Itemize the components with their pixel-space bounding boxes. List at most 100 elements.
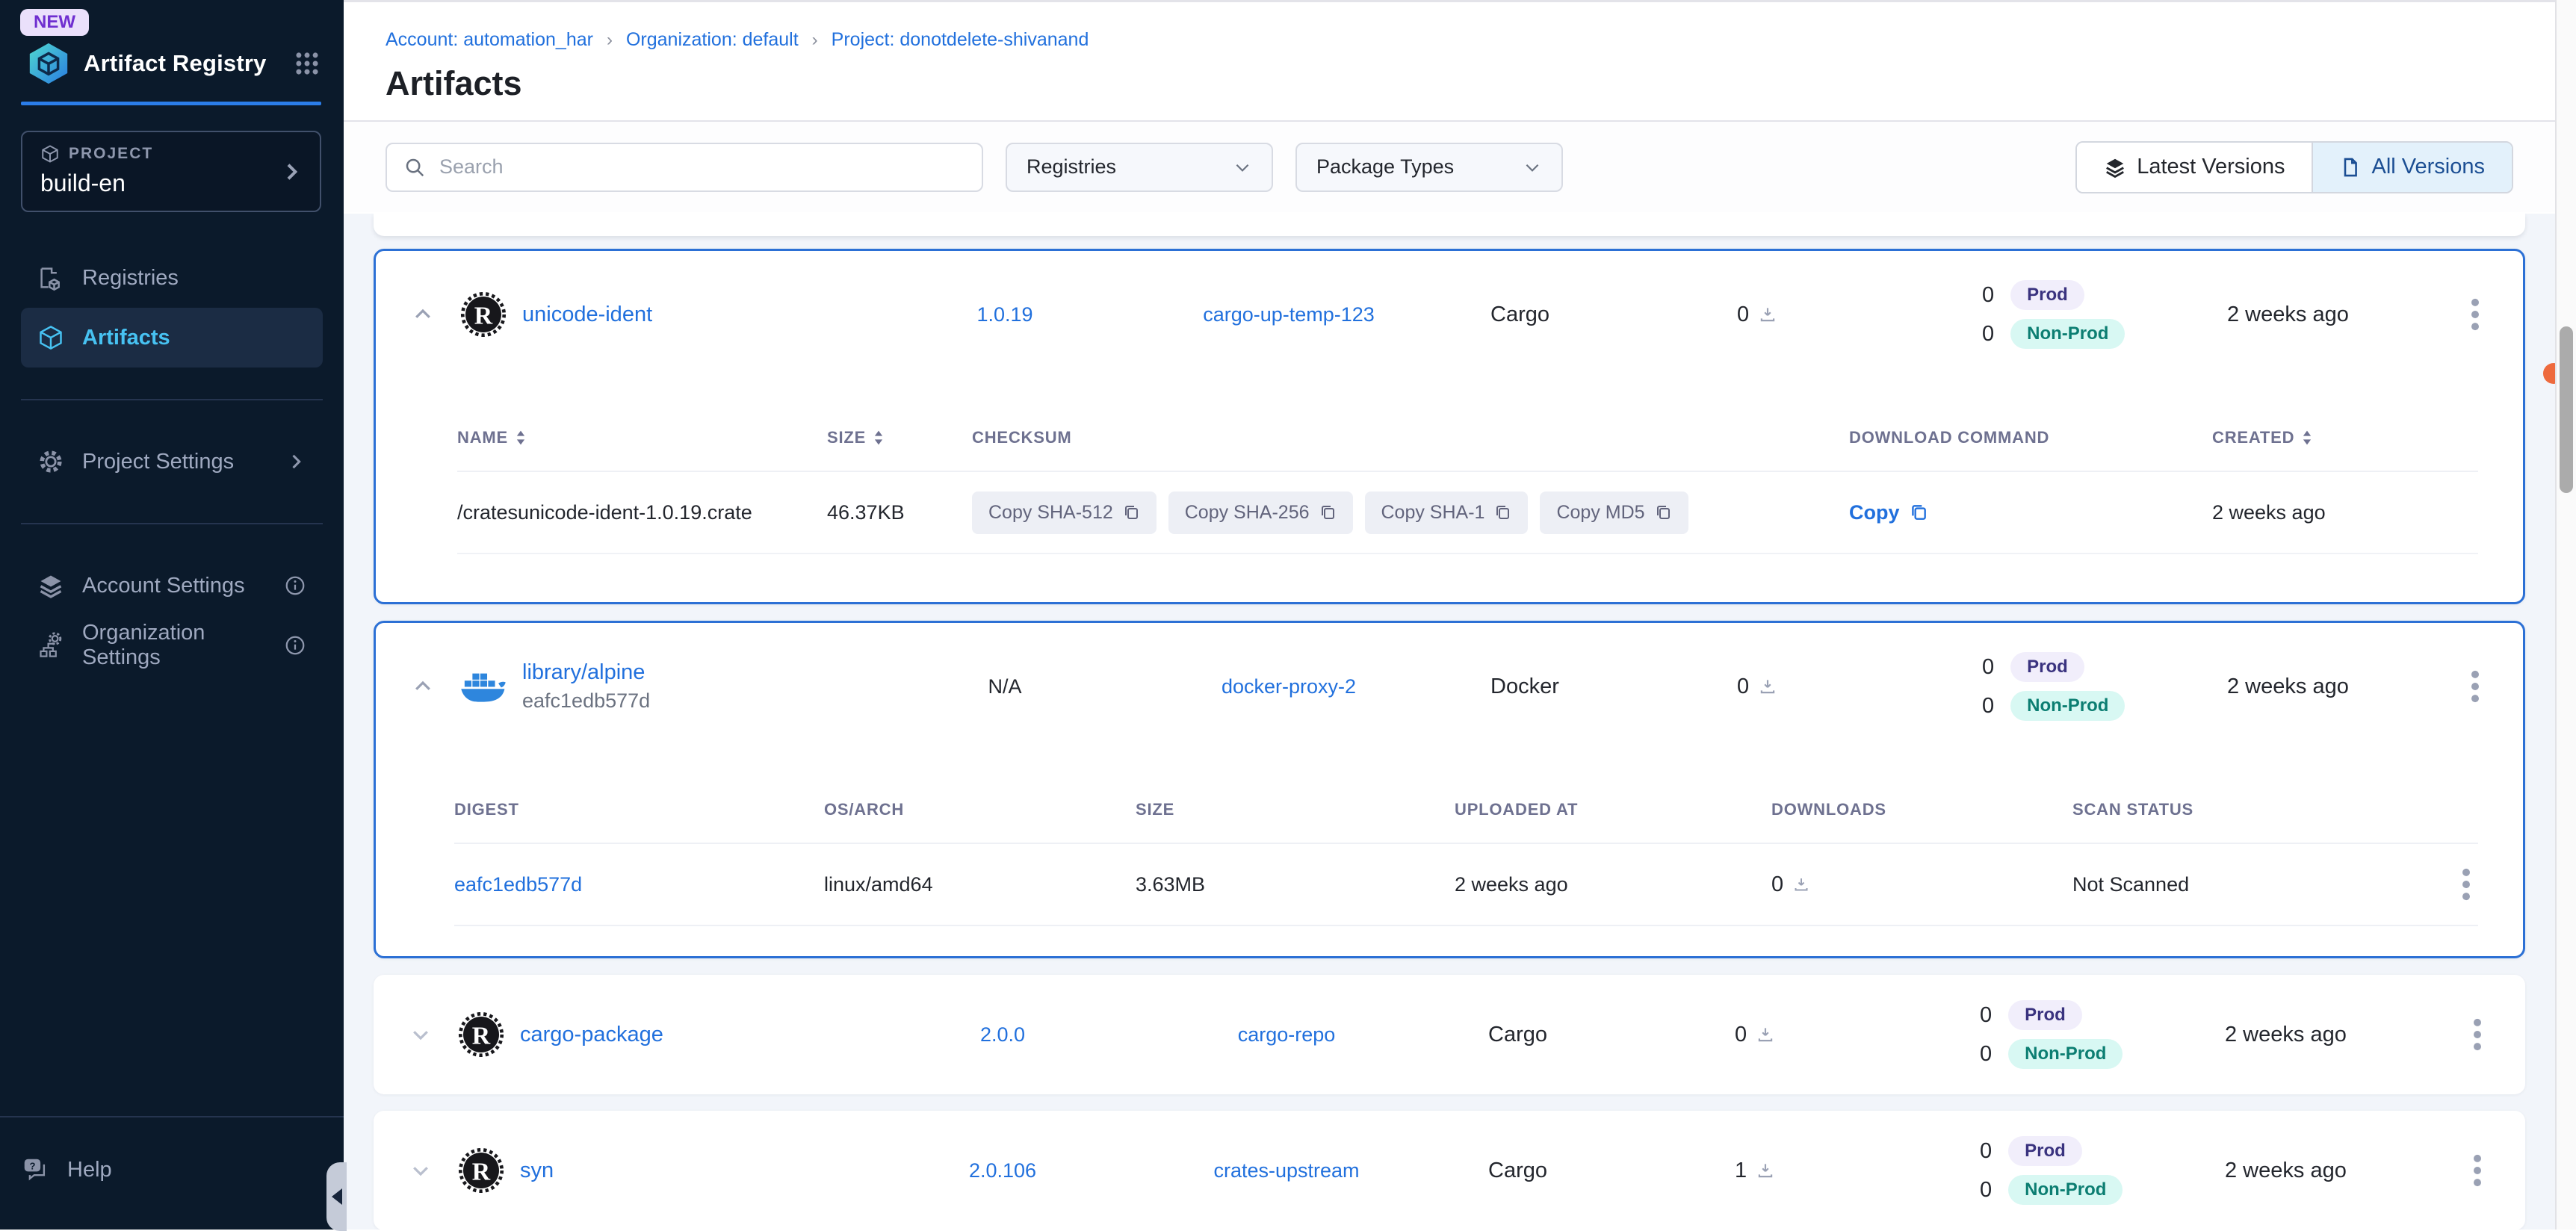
artifact-version-link[interactable]: 1.0.19 — [976, 303, 1032, 326]
sidebar-item-label: Organization Settings — [82, 621, 266, 670]
artifact-name-link[interactable]: unicode-ident — [522, 303, 652, 327]
manifest-row: eafc1edb577d linux/amd64 3.63MB 2 weeks … — [454, 844, 2478, 926]
artifact-row[interactable]: library/alpine eafc1edb577d N/A docker-p… — [376, 623, 2523, 750]
copy-sha256-button[interactable]: Copy SHA-256 — [1168, 492, 1353, 534]
prod-count: 0 — [1980, 1003, 1992, 1028]
prod-badge: Prod — [2010, 652, 2084, 682]
copy-md5-button[interactable]: Copy MD5 — [1540, 492, 1688, 534]
download-icon — [1758, 677, 1777, 696]
artifact-version-link[interactable]: 2.0.106 — [969, 1159, 1036, 1182]
breadcrumb-account[interactable]: Account: automation_har — [386, 29, 593, 51]
sort-icon[interactable] — [2302, 430, 2312, 446]
sidebar-item-artifacts[interactable]: Artifacts — [21, 308, 323, 368]
project-selector[interactable]: PROJECT build-en — [21, 131, 321, 212]
chevron-down-icon[interactable] — [409, 1023, 457, 1046]
digest-link[interactable]: eafc1edb577d — [454, 873, 824, 896]
artifact-card-cargo-package: R cargo-package 2.0.0 cargo-repo Cargo 0 — [374, 975, 2525, 1094]
copy-sha512-button[interactable]: Copy SHA-512 — [972, 492, 1157, 534]
all-versions-button[interactable]: All Versions — [2312, 143, 2512, 192]
copy-download-command-button[interactable]: Copy — [1849, 501, 2212, 524]
artifact-registry-link[interactable]: docker-proxy-2 — [1222, 675, 1356, 698]
artifact-name-link[interactable]: syn — [520, 1159, 554, 1183]
prod-badge: Prod — [2008, 1136, 2082, 1166]
column-size: SIZE — [1136, 800, 1174, 819]
chevron-up-icon[interactable] — [412, 675, 459, 698]
created-date: 2 weeks ago — [2193, 303, 2447, 327]
sidebar-item-help[interactable]: ? Help — [21, 1140, 323, 1200]
svg-text:R: R — [474, 302, 493, 329]
artifact-files-table: NAME SIZE CHECKSUM DOWNLOAD COMMAND CREA… — [376, 378, 2523, 602]
download-icon — [1756, 1025, 1775, 1044]
artifact-registry-link[interactable]: cargo-up-temp-123 — [1203, 303, 1375, 326]
artifact-registry-app: NEW Artifact Registry — [0, 0, 2576, 1230]
nonprod-count: 0 — [1980, 1042, 1992, 1067]
page-header: Account: automation_har › Organization: … — [344, 2, 2555, 122]
artifact-row[interactable]: R syn 2.0.106 crates-upstream Cargo 1 — [374, 1111, 2525, 1230]
artifact-registry-link[interactable]: crates-upstream — [1213, 1159, 1359, 1182]
nonprod-badge: Non-Prod — [2008, 1175, 2123, 1205]
sidebar-item-label: Registries — [82, 266, 179, 291]
download-count: 0 — [1737, 303, 1749, 327]
chevron-down-icon[interactable] — [409, 1159, 457, 1182]
column-scan-status: SCAN STATUS — [2072, 800, 2193, 819]
package-types-dropdown[interactable]: Package Types — [1295, 143, 1563, 192]
chevron-up-icon[interactable] — [412, 303, 459, 326]
module-accent-bar — [21, 102, 321, 105]
package-type: Cargo — [1473, 1159, 1705, 1183]
registries-dropdown-label: Registries — [1027, 155, 1116, 179]
artifact-card-partial[interactable] — [374, 214, 2525, 236]
scrollbar-track[interactable] — [2555, 0, 2576, 1230]
nonprod-count: 0 — [1982, 694, 1994, 719]
app-title: Artifact Registry — [84, 50, 267, 77]
sidebar-item-label: Help — [67, 1158, 112, 1182]
prod-count: 0 — [1982, 283, 1994, 308]
download-count: 1 — [1735, 1159, 1747, 1183]
breadcrumb-organization[interactable]: Organization: default — [626, 29, 799, 51]
artifact-list: R unicode-ident 1.0.19 cargo-up-temp-123… — [344, 214, 2555, 1230]
kebab-menu-icon[interactable] — [2454, 861, 2478, 908]
manifest-table-header: DIGEST OS/ARCH SIZE UPLOADED AT DOWNLOAD… — [454, 777, 2478, 844]
sidebar-item-account-settings[interactable]: Account Settings — [21, 556, 323, 616]
breadcrumb-project[interactable]: Project: donotdelete-shivanand — [832, 29, 1089, 51]
kebab-menu-icon[interactable] — [2465, 1147, 2489, 1194]
registries-dropdown[interactable]: Registries — [1006, 143, 1273, 192]
help-chat-icon: ? — [21, 1156, 49, 1184]
scrollbar-thumb[interactable] — [2560, 326, 2573, 493]
sidebar-item-project-settings[interactable]: Project Settings — [21, 432, 323, 492]
info-icon[interactable] — [284, 574, 306, 597]
artifacts-cube-icon — [37, 324, 64, 351]
sidebar-collapse-handle[interactable] — [326, 1162, 347, 1231]
main-content: Account: automation_har › Organization: … — [344, 0, 2555, 1230]
column-checksum: CHECKSUM — [972, 428, 1072, 447]
column-uploaded-at: UPLOADED AT — [1455, 800, 1578, 819]
kebab-menu-icon[interactable] — [2465, 1011, 2489, 1058]
sort-icon[interactable] — [873, 430, 884, 446]
kebab-menu-icon[interactable] — [2463, 663, 2487, 710]
kebab-menu-icon[interactable] — [2463, 291, 2487, 338]
artifact-name-link[interactable]: library/alpine — [522, 660, 650, 685]
sort-icon[interactable] — [515, 430, 526, 446]
sidebar-item-organization-settings[interactable]: Organization Settings — [21, 616, 323, 675]
sidebar-item-registries[interactable]: Registries — [21, 248, 323, 308]
app-switcher-grid-icon[interactable] — [293, 49, 321, 78]
artifact-name-link[interactable]: cargo-package — [520, 1023, 663, 1047]
latest-versions-label: Latest Versions — [2137, 155, 2285, 179]
latest-versions-button[interactable]: Latest Versions — [2077, 143, 2312, 192]
manifest-download-count: 0 — [1771, 872, 1783, 897]
artifact-version-link[interactable]: 2.0.0 — [980, 1023, 1025, 1046]
document-icon — [2340, 157, 2361, 178]
column-size: SIZE — [827, 428, 866, 447]
search-input[interactable] — [439, 155, 965, 179]
new-badge: NEW — [20, 9, 89, 36]
sidebar-item-label: Artifacts — [82, 326, 170, 350]
artifact-row[interactable]: R cargo-package 2.0.0 cargo-repo Cargo 0 — [374, 975, 2525, 1094]
package-type: Docker — [1476, 675, 1707, 699]
os-arch: linux/amd64 — [824, 873, 1136, 896]
copy-sha1-button[interactable]: Copy SHA-1 — [1365, 492, 1529, 534]
file-row: /cratesunicode-ident-1.0.19.crate 46.37K… — [457, 472, 2478, 554]
sidebar: NEW Artifact Registry — [0, 0, 344, 1230]
info-icon[interactable] — [284, 634, 306, 657]
artifact-row[interactable]: R unicode-ident 1.0.19 cargo-up-temp-123… — [376, 251, 2523, 378]
file-size: 46.37KB — [827, 501, 972, 524]
artifact-registry-link[interactable]: cargo-repo — [1238, 1023, 1336, 1046]
